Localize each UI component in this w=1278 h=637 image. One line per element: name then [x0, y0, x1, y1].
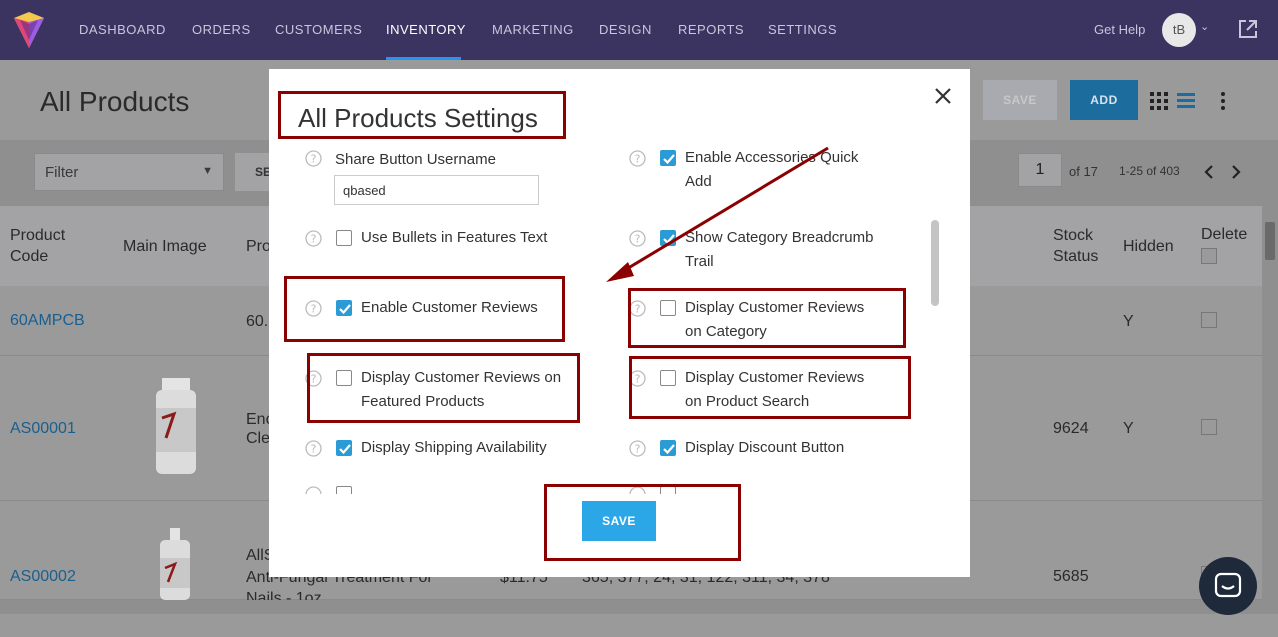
annotation-arrow-icon: [606, 146, 829, 282]
